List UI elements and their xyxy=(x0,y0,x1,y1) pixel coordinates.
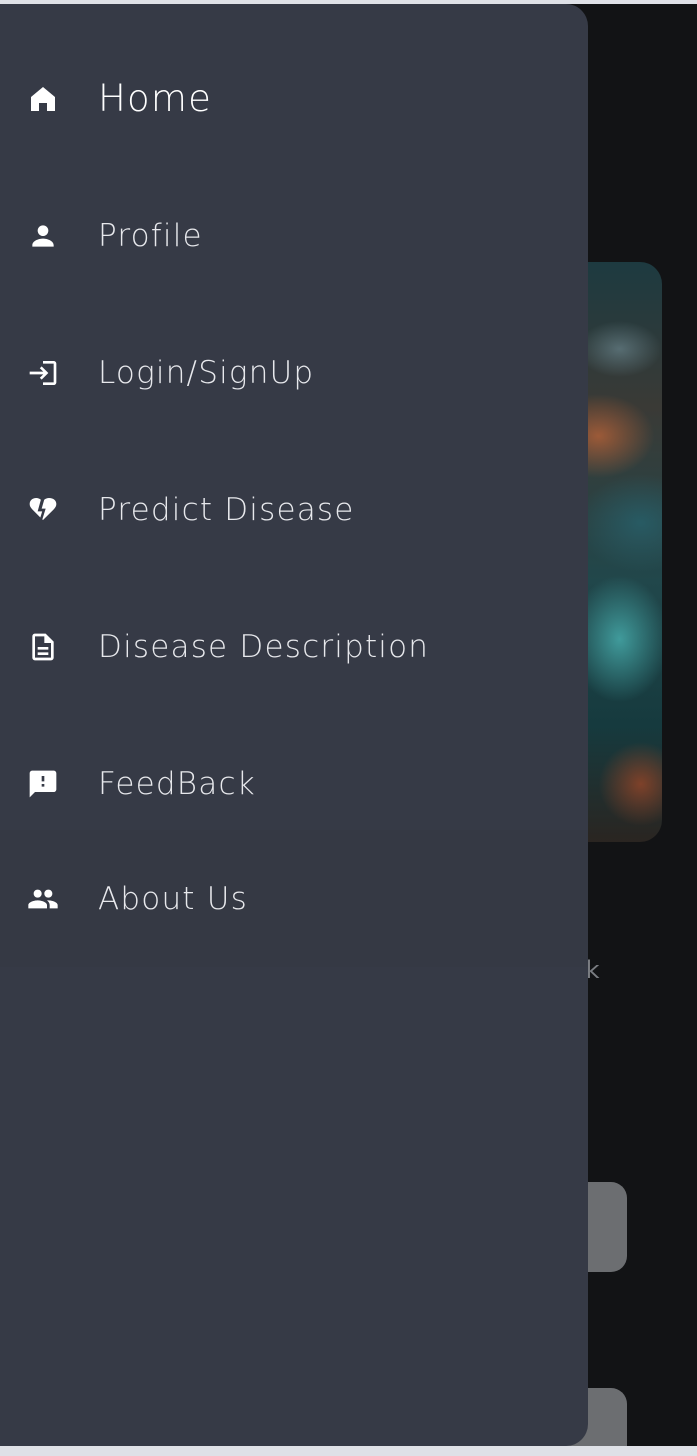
heart-broken-icon xyxy=(25,492,61,528)
home-icon xyxy=(25,81,61,117)
drawer-item-label: Predict Disease xyxy=(98,491,355,528)
drawer-item-label: Home xyxy=(98,77,213,120)
login-icon xyxy=(25,355,61,391)
drawer-item-label: FeedBack xyxy=(98,765,256,802)
drawer-item-about-us[interactable]: About Us xyxy=(0,830,588,967)
drawer-item-label: About Us xyxy=(98,880,248,917)
drawer-item-predict-disease[interactable]: Predict Disease xyxy=(0,441,588,578)
drawer-item-label: Login/SignUp xyxy=(98,354,315,391)
drawer-item-label: Disease Description xyxy=(98,628,430,665)
drawer-item-login-signup[interactable]: Login/SignUp xyxy=(0,304,588,441)
document-icon xyxy=(25,629,61,665)
drawer-item-disease-description[interactable]: Disease Description xyxy=(0,578,588,715)
person-icon xyxy=(25,218,61,254)
feedback-icon xyxy=(25,766,61,802)
navigation-drawer: Home Profile Login/SignUp Predict Diseas… xyxy=(0,4,588,1446)
drawer-item-profile[interactable]: Profile xyxy=(0,167,588,304)
drawer-item-label: Profile xyxy=(98,217,203,254)
people-icon xyxy=(25,881,61,917)
app-screen: ark Home Profile Login/SignUp Pr xyxy=(0,4,697,1446)
drawer-item-home[interactable]: Home xyxy=(0,30,588,167)
